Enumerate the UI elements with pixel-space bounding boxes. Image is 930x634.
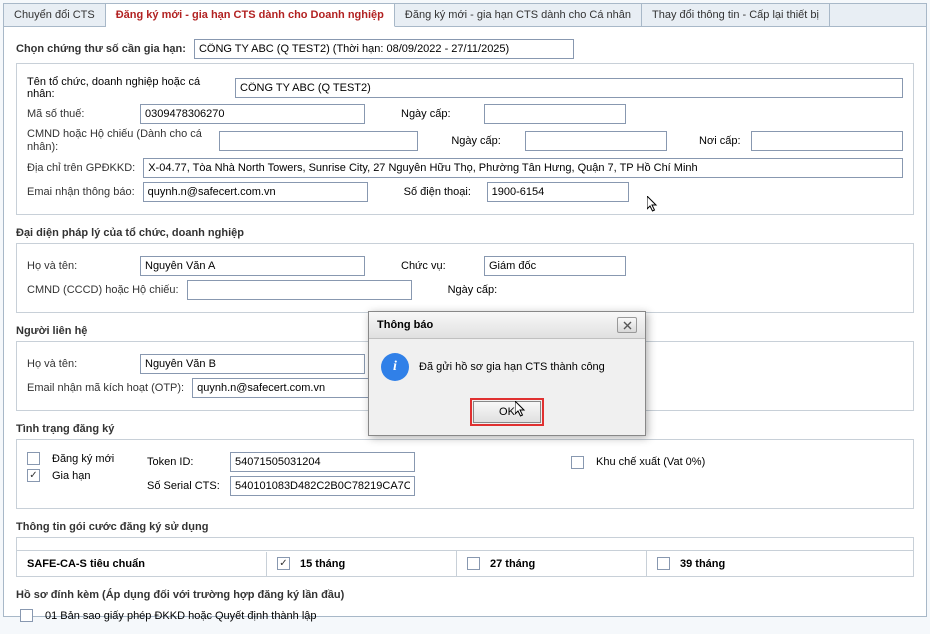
contact-name-label: Họ và tên: bbox=[27, 358, 132, 370]
serial-input[interactable] bbox=[230, 476, 415, 496]
pkg-39-label: 39 tháng bbox=[680, 558, 725, 570]
pkg-15-label: 15 tháng bbox=[300, 558, 345, 570]
phone-input[interactable] bbox=[487, 182, 629, 202]
contact-name-input[interactable] bbox=[140, 354, 365, 374]
org-info-section: Tên tổ chức, doanh nghiệp hoặc cá nhân: … bbox=[16, 63, 914, 215]
position-input[interactable] bbox=[484, 256, 626, 276]
pkg-27-checkbox[interactable] bbox=[467, 557, 480, 570]
rep-id-input[interactable] bbox=[187, 280, 412, 300]
tab-register-business[interactable]: Đăng ký mới - gia hạn CTS dành cho Doanh… bbox=[106, 4, 395, 27]
issue-date-label: Ngày cấp: bbox=[401, 108, 476, 120]
pkg-name: SAFE-CA-S tiêu chuẩn bbox=[17, 552, 267, 576]
position-label: Chức vụ: bbox=[401, 260, 476, 272]
info-icon: i bbox=[381, 353, 409, 381]
export-zone-checkbox[interactable] bbox=[571, 456, 584, 469]
reg-status-section: Đăng ký mới Gia hạn Token ID: Khu chế xu… bbox=[16, 439, 914, 509]
email-label: Emai nhận thông báo: bbox=[27, 186, 135, 198]
new-reg-checkbox[interactable] bbox=[27, 452, 40, 465]
issue-date3-label: Ngày cấp: bbox=[448, 284, 523, 296]
addr-input[interactable] bbox=[143, 158, 903, 178]
attach-title: Hồ sơ đính kèm (Áp dụng đối với trường h… bbox=[16, 583, 914, 605]
cert-select-label: Chọn chứng thư số cần gia hạn: bbox=[16, 43, 186, 55]
rep-name-input[interactable] bbox=[140, 256, 365, 276]
id-input[interactable] bbox=[219, 131, 418, 151]
phone-label: Số điện thoại: bbox=[404, 186, 479, 198]
pkg-27-label: 27 tháng bbox=[490, 558, 535, 570]
tab-bar: Chuyển đổi CTS Đăng ký mới - gia hạn CTS… bbox=[4, 4, 926, 27]
export-zone-label: Khu chế xuất (Vat 0%) bbox=[596, 456, 705, 468]
info-dialog: Thông báo i Đã gửi hồ sơ gia hạn CTS thà… bbox=[368, 311, 646, 436]
attach1-checkbox[interactable] bbox=[20, 609, 33, 622]
close-icon bbox=[623, 321, 632, 330]
issue-date2-label: Ngày cấp: bbox=[451, 135, 517, 147]
org-name-label: Tên tổ chức, doanh nghiệp hoặc cá nhân: bbox=[27, 76, 227, 100]
app-window: Chuyển đổi CTS Đăng ký mới - gia hạn CTS… bbox=[3, 3, 927, 617]
rep-name-label: Họ và tên: bbox=[27, 260, 132, 272]
dialog-message: Đã gửi hồ sơ gia hạn CTS thành công bbox=[419, 361, 605, 373]
token-input[interactable] bbox=[230, 452, 415, 472]
tax-input[interactable] bbox=[140, 104, 365, 124]
attach1-label: 01 Bản sao giấy phép ĐKKD hoặc Quyết địn… bbox=[45, 610, 317, 622]
pkg-section: SAFE-CA-S tiêu chuẩn 15 tháng 27 tháng 3… bbox=[16, 537, 914, 577]
rep-id-label: CMND (CCCD) hoặc Hộ chiếu: bbox=[27, 284, 179, 297]
addr-label: Địa chỉ trên GPĐKKD: bbox=[27, 162, 135, 174]
dialog-close-button[interactable] bbox=[617, 317, 637, 333]
legal-rep-title: Đại diện pháp lý của tổ chức, doanh nghi… bbox=[16, 221, 914, 243]
org-name-input[interactable] bbox=[235, 78, 903, 98]
new-reg-label: Đăng ký mới bbox=[52, 453, 114, 465]
issue-date2-input[interactable] bbox=[525, 131, 667, 151]
token-label: Token ID: bbox=[147, 456, 222, 468]
tax-label: Mã số thuế: bbox=[27, 108, 132, 120]
renew-label: Gia hạn bbox=[52, 470, 91, 482]
pkg-15-checkbox[interactable] bbox=[277, 557, 290, 570]
tab-convert-cts[interactable]: Chuyển đổi CTS bbox=[4, 4, 106, 26]
legal-rep-section: Họ và tên: Chức vụ: CMND (CCCD) hoặc Hộ … bbox=[16, 243, 914, 313]
ok-button[interactable]: OK bbox=[473, 401, 541, 423]
issue-place-input[interactable] bbox=[751, 131, 903, 151]
cert-select-input[interactable] bbox=[194, 39, 574, 59]
serial-label: Số Serial CTS: bbox=[147, 480, 222, 492]
renew-checkbox[interactable] bbox=[27, 469, 40, 482]
tab-change-info[interactable]: Thay đổi thông tin - Cấp lại thiết bị bbox=[642, 4, 830, 26]
otp-email-label: Email nhận mã kích hoạt (OTP): bbox=[27, 382, 184, 395]
tab-register-personal[interactable]: Đăng ký mới - gia hạn CTS dành cho Cá nh… bbox=[395, 4, 642, 26]
pkg-title: Thông tin gói cước đăng ký sử dụng bbox=[16, 515, 914, 537]
dialog-title: Thông báo bbox=[377, 319, 433, 331]
id-label: CMND hoặc Hộ chiếu (Dành cho cá nhân): bbox=[27, 128, 211, 154]
issue-place-label: Nơi cấp: bbox=[699, 135, 743, 147]
issue-date-input[interactable] bbox=[484, 104, 626, 124]
pkg-39-checkbox[interactable] bbox=[657, 557, 670, 570]
email-input[interactable] bbox=[143, 182, 368, 202]
